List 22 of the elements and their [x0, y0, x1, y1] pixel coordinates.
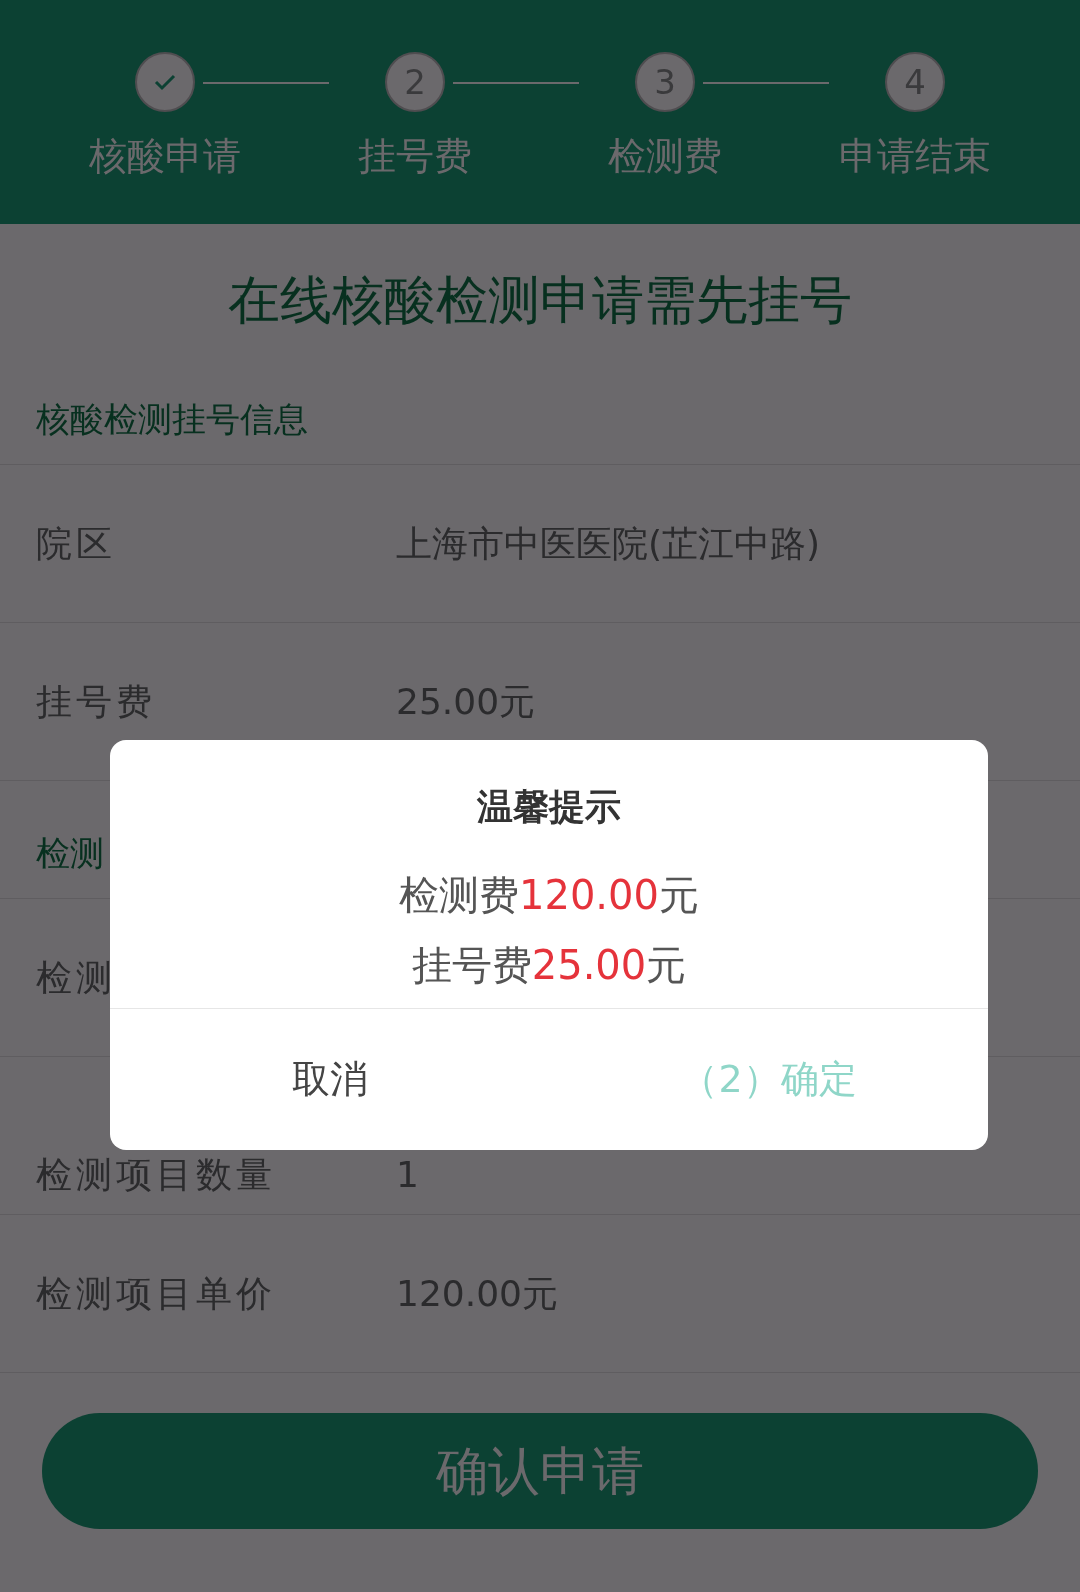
step-label: 核酸申请 [89, 133, 241, 180]
confirm-button[interactable]: （2）确定 [549, 1009, 988, 1150]
step-label: 挂号费 [358, 133, 472, 180]
page-headline: 在线核酸检测申请需先挂号 [227, 268, 853, 332]
field-value: 120.00元 [396, 1271, 558, 1316]
field-label: 检测项目单价 [36, 1271, 277, 1316]
field-label: 检测 [36, 955, 117, 1000]
section-title: 核酸检测挂号信息 [36, 398, 308, 441]
submit-button[interactable]: 确认申请 [42, 1413, 1038, 1529]
field-label: 院区 [36, 521, 117, 566]
field-label: 检测项目数量 [36, 1153, 277, 1197]
fee-line: 检测费120.00元 [399, 872, 699, 918]
field-value: 上海市中医医院(芷江中路) [396, 521, 821, 566]
cancel-button[interactable]: 取消 [110, 1009, 549, 1150]
step-label: 检测费 [608, 133, 722, 180]
step-label: 申请结束 [839, 133, 991, 180]
field-label: 挂号费 [36, 679, 157, 724]
field-value: 25.00元 [396, 679, 536, 724]
fee-line: 挂号费25.00元 [411, 942, 687, 988]
field-value: 1 [396, 1153, 419, 1197]
dialog-title: 温馨提示 [476, 785, 622, 829]
section-title: 检测 [36, 832, 104, 875]
